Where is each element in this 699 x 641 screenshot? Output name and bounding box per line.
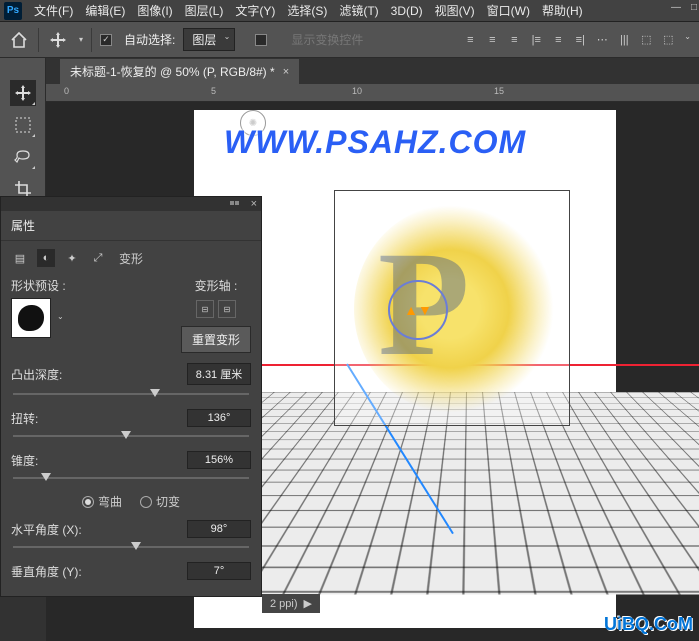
h-angle-label: 水平角度 (X): — [11, 521, 82, 538]
ruler-tick: 15 — [494, 86, 504, 96]
auto-select-dropdown[interactable]: 图层 ⌄ — [183, 28, 235, 51]
panel-menu-icon[interactable]: × — [251, 198, 257, 210]
mesh-tab-icon[interactable]: ▤ — [11, 249, 29, 267]
divider — [38, 28, 39, 52]
menu-3d[interactable]: 3D(D) — [385, 4, 429, 18]
menu-filter[interactable]: 滤镜(T) — [333, 2, 384, 19]
close-icon[interactable]: × — [283, 66, 289, 78]
more-icon[interactable]: ⋯ — [594, 32, 610, 48]
v-angle-label: 垂直角度 (Y): — [11, 563, 82, 580]
document-tab[interactable]: 未标题-1-恢复的 @ 50% (P, RGB/8#) * × — [60, 59, 299, 84]
align-hcenter-icon[interactable]: ≡ — [550, 32, 566, 48]
panel-tab-strip: × — [1, 197, 261, 211]
chevron-down-icon: ⌄ — [224, 32, 231, 41]
reset-deform-button[interactable]: 重置变形 — [181, 326, 251, 353]
status-resolution: 2 ppi) — [270, 598, 298, 610]
menu-edit[interactable]: 编辑(E) — [79, 2, 131, 19]
align-top-icon[interactable]: ≡ — [462, 32, 478, 48]
extrude-depth-label: 凸出深度: — [11, 366, 62, 383]
twist-value[interactable]: 136° — [187, 409, 251, 427]
menu-type[interactable]: 文字(Y) — [229, 2, 281, 19]
axis-x-icon[interactable]: ⊟ — [196, 300, 214, 318]
align-right-icon[interactable]: ≡| — [572, 32, 588, 48]
align-vcenter-icon[interactable]: ≡ — [484, 32, 500, 48]
panel-title[interactable]: 属性 — [1, 211, 261, 241]
extrude-depth-value[interactable]: 8.31 厘米 — [187, 363, 251, 385]
chevron-down-icon[interactable]: ⌄ — [57, 312, 64, 321]
3d-gizmo[interactable]: ▲▼ — [388, 280, 448, 340]
flyout-caret-icon — [32, 102, 35, 105]
flyout-caret-icon — [32, 134, 35, 137]
h-angle-slider[interactable] — [13, 542, 249, 552]
bend-radio[interactable]: 弯曲 — [82, 493, 122, 510]
properties-panel: × 属性 ▤ ◐ ✦ ⤢ 变形 形状预设 : ⌄ 变形轴 : ⊟ — [0, 196, 262, 597]
horizontal-ruler: 0 5 10 15 — [46, 84, 699, 102]
status-bar-fragment: 2 ppi) ▶ — [262, 594, 320, 613]
watermark-text: WWW.PSAHZ.COM — [224, 124, 526, 161]
flyout-caret-icon — [32, 166, 35, 169]
auto-select-label: 自动选择: — [124, 31, 175, 48]
auto-select-checkbox[interactable]: ✓ — [100, 34, 112, 46]
align-icon-group: ≡ ≡ ≡ |≡ ≡ ≡| ⋯ ||| ⬚ ⬚ ⌄ — [462, 32, 691, 48]
tools-toolbar — [0, 58, 46, 206]
menu-view[interactable]: 视图(V) — [429, 2, 481, 19]
extrude-depth-slider[interactable] — [13, 389, 249, 399]
axis-y-icon[interactable]: ⊟ — [218, 300, 236, 318]
options-bar: ▾ ✓ 自动选择: 图层 ⌄ 显示变换控件 ≡ ≡ ≡ |≡ ≡ ≡| ⋯ ||… — [0, 22, 699, 58]
home-icon[interactable] — [8, 29, 30, 51]
shape-preset-label: 形状预设 : — [11, 277, 66, 294]
show-transform-checkbox[interactable] — [255, 34, 267, 46]
menu-help[interactable]: 帮助(H) — [536, 2, 589, 19]
v-angle-value[interactable]: 7° — [187, 562, 251, 580]
deform-axis-label: 变形轴 : — [181, 277, 251, 294]
deform-tab-icon[interactable]: ◐ — [37, 249, 55, 267]
h-angle-value[interactable]: 98° — [187, 520, 251, 538]
subtab-label: 变形 — [119, 250, 143, 267]
chevron-down-icon[interactable]: ▾ — [79, 35, 83, 44]
taper-value[interactable]: 156% — [187, 451, 251, 469]
menu-window[interactable]: 窗口(W) — [481, 2, 536, 19]
taper-slider[interactable] — [13, 473, 249, 483]
align-bottom-icon[interactable]: ≡ — [506, 32, 522, 48]
cap-tab-icon[interactable]: ✦ — [63, 249, 81, 267]
window-controls: — □ — [671, 2, 697, 13]
menu-bar: Ps 文件(F) 编辑(E) 图像(I) 图层(L) 文字(Y) 选择(S) 滤… — [0, 0, 699, 22]
menu-image[interactable]: 图像(I) — [131, 2, 178, 19]
twist-label: 扭转: — [11, 410, 38, 427]
current-tool-move-icon[interactable] — [47, 29, 69, 51]
chevron-down-icon[interactable]: ⌄ — [684, 32, 691, 48]
ruler-tick: 10 — [352, 86, 362, 96]
app-logo: Ps — [4, 2, 22, 20]
ruler-tick: 5 — [211, 86, 216, 96]
taper-label: 锥度: — [11, 452, 38, 469]
chevron-right-icon[interactable]: ▶ — [304, 597, 312, 610]
shear-radio[interactable]: 切变 — [140, 493, 180, 510]
divider — [91, 28, 92, 52]
3d-mode2-icon[interactable]: ⬚ — [660, 32, 676, 48]
3d-mode-icon[interactable]: ⬚ — [638, 32, 654, 48]
menu-file[interactable]: 文件(F) — [28, 2, 79, 19]
ruler-tick: 0 — [64, 86, 69, 96]
document-tab-title: 未标题-1-恢复的 @ 50% (P, RGB/8#) * — [70, 63, 275, 80]
coord-tab-icon[interactable]: ⤢ — [89, 249, 107, 267]
distribute-icon[interactable]: ||| — [616, 32, 632, 48]
gizmo-handle-icon[interactable]: ▲▼ — [404, 302, 432, 318]
twist-slider[interactable] — [13, 431, 249, 441]
maximize-icon[interactable]: □ — [691, 2, 697, 13]
menu-select[interactable]: 选择(S) — [281, 2, 333, 19]
show-transform-label: 显示变换控件 — [291, 31, 363, 48]
shape-preset-thumbnail[interactable] — [11, 298, 51, 338]
menu-layer[interactable]: 图层(L) — [179, 2, 230, 19]
align-left-icon[interactable]: |≡ — [528, 32, 544, 48]
panel-dock-grip-icon[interactable] — [230, 201, 239, 205]
watermark-bottom: UiBQ.CoM — [604, 614, 693, 635]
document-tab-bar: 未标题-1-恢复的 @ 50% (P, RGB/8#) * × — [0, 58, 699, 84]
properties-subtabs: ▤ ◐ ✦ ⤢ 变形 — [11, 249, 251, 267]
minimize-icon[interactable]: — — [671, 2, 681, 13]
